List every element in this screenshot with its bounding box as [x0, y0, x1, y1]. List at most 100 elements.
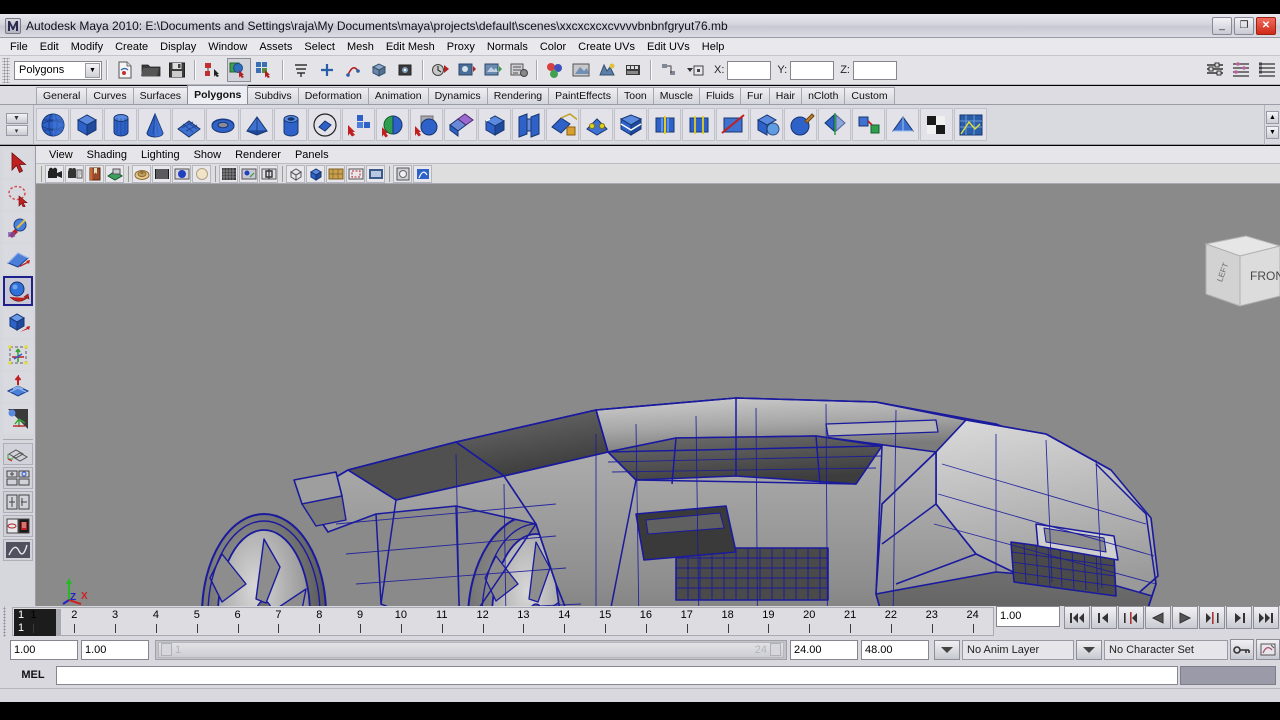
layout-four-view-icon[interactable] [3, 467, 33, 489]
chevron-down-icon[interactable]: ▼ [85, 63, 100, 78]
chevron-down-icon[interactable] [683, 58, 707, 82]
shelf-tab-ncloth[interactable]: nCloth [801, 87, 845, 104]
resolution-gate-icon[interactable] [366, 165, 385, 183]
shelf-tab-surfaces[interactable]: Surfaces [133, 87, 188, 104]
shelf-tab-rendering[interactable]: Rendering [487, 87, 549, 104]
shelf-options-menu[interactable]: ▼ ▾ [0, 105, 34, 145]
menu-edit-uvs[interactable]: Edit UVs [641, 39, 696, 55]
separate-icon[interactable] [376, 108, 409, 141]
time-slider-grip[interactable] [0, 606, 12, 637]
menu-create-uvs[interactable]: Create UVs [572, 39, 641, 55]
scale-tool-icon[interactable] [3, 308, 33, 338]
polygon-torus-icon[interactable] [206, 108, 239, 141]
sculpt-geometry-icon[interactable] [784, 108, 817, 141]
shelf-tab-deformation[interactable]: Deformation [298, 87, 369, 104]
shelf-tab-painteffects[interactable]: PaintEffects [548, 87, 618, 104]
select-tool-icon[interactable] [3, 148, 33, 178]
step-back-key-button[interactable] [1091, 606, 1117, 629]
panel-menu-renderer[interactable]: Renderer [228, 148, 288, 162]
layout-persp-outliner-icon[interactable] [3, 491, 33, 513]
menu-edit-mesh[interactable]: Edit Mesh [380, 39, 441, 55]
panel-menu-lighting[interactable]: Lighting [134, 148, 187, 162]
menu-edit[interactable]: Edit [34, 39, 65, 55]
exposure-icon[interactable] [393, 165, 412, 183]
layout-hypershade-persp-icon[interactable] [3, 515, 33, 537]
panel-menu-show[interactable]: Show [187, 148, 229, 162]
texture-display-icon[interactable] [192, 165, 211, 183]
shaded-display-icon[interactable] [152, 165, 171, 183]
bevel-icon[interactable] [478, 108, 511, 141]
film-gate-icon[interactable] [346, 165, 365, 183]
shelf-scroll-down-button[interactable]: ▼ [1266, 126, 1279, 139]
range-slider-inner[interactable]: 1 24 [158, 642, 784, 658]
gamma-icon[interactable] [413, 165, 432, 183]
open-tool-settings-icon[interactable] [1229, 58, 1253, 82]
shelf-tab-dynamics[interactable]: Dynamics [428, 87, 488, 104]
animation-preferences-icon[interactable] [1256, 639, 1280, 660]
two-sided-lighting-icon[interactable] [132, 165, 151, 183]
polygon-cone-icon[interactable] [138, 108, 171, 141]
cut-faces-icon[interactable] [716, 108, 749, 141]
polygon-pipe-icon[interactable] [274, 108, 307, 141]
menu-select[interactable]: Select [298, 39, 341, 55]
menu-display[interactable]: Display [154, 39, 202, 55]
step-forward-key-button[interactable] [1226, 606, 1252, 629]
menu-create[interactable]: Create [109, 39, 154, 55]
open-scene-icon[interactable] [139, 58, 163, 82]
current-frame-field[interactable]: 1.00 [996, 606, 1060, 627]
wireframe-on-shaded-icon[interactable] [172, 165, 191, 183]
panel-menu-shading[interactable]: Shading [80, 148, 134, 162]
shelf-tab-hair[interactable]: Hair [769, 87, 802, 104]
character-set-dropdown-button[interactable] [1076, 640, 1102, 660]
split-polygon-icon[interactable] [614, 108, 647, 141]
ipr-render-icon[interactable] [481, 58, 505, 82]
bridge-icon[interactable] [512, 108, 545, 141]
panel-menu-panels[interactable]: Panels [288, 148, 336, 162]
time-slider[interactable]: 1 1 123456789101112131415161718192021222… [12, 607, 994, 636]
lasso-select-tool-icon[interactable] [3, 180, 33, 210]
panel-menu-view[interactable]: View [42, 148, 80, 162]
hypershade-icon[interactable] [543, 58, 567, 82]
new-scene-icon[interactable] [113, 58, 137, 82]
reduce-icon[interactable] [852, 108, 885, 141]
booleans-union-icon[interactable] [410, 108, 443, 141]
shelf-tab-fluids[interactable]: Fluids [699, 87, 741, 104]
smooth-icon[interactable] [750, 108, 783, 141]
coord-x-field[interactable] [727, 61, 771, 80]
shelf-tab-muscle[interactable]: Muscle [653, 87, 700, 104]
combine-icon[interactable] [342, 108, 375, 141]
rotate-tool-icon[interactable] [3, 276, 33, 306]
universal-manipulator-icon[interactable] [3, 340, 33, 370]
image-plane-icon[interactable] [105, 165, 124, 183]
extrude-icon[interactable] [444, 108, 477, 141]
select-by-object-icon[interactable] [227, 58, 251, 82]
quadrangulate-icon[interactable] [920, 108, 953, 141]
coord-z-field[interactable] [853, 61, 897, 80]
status-line-grip[interactable] [2, 58, 10, 83]
shelf-tab-animation[interactable]: Animation [368, 87, 429, 104]
snap-to-curves-icon[interactable] [289, 58, 313, 82]
shelf-tab-fur[interactable]: Fur [740, 87, 770, 104]
go-to-end-button[interactable] [1253, 606, 1279, 629]
paint-select-tool-icon[interactable] [3, 212, 33, 242]
render-view-icon[interactable] [569, 58, 593, 82]
soft-modification-tool-icon[interactable] [3, 372, 33, 402]
play-backwards-button[interactable] [1145, 606, 1171, 629]
command-language-label[interactable]: MEL [10, 669, 56, 681]
snap-to-projected-center-icon[interactable] [393, 58, 417, 82]
move-tool-icon[interactable] [3, 244, 33, 274]
polygon-cylinder-icon[interactable] [104, 108, 137, 141]
merge-vertices-icon[interactable] [580, 108, 613, 141]
use-all-lights-icon[interactable] [219, 165, 238, 183]
shelf-tab-general[interactable]: General [36, 87, 87, 104]
shelf-tab-custom[interactable]: Custom [844, 87, 894, 104]
chevron-down-icon[interactable]: ▼ [6, 113, 28, 124]
auto-key-icon[interactable] [1230, 639, 1254, 660]
polygon-helix-icon[interactable] [308, 108, 341, 141]
construction-history-icon[interactable] [429, 58, 453, 82]
select-camera-icon[interactable] [45, 165, 64, 183]
xray-icon[interactable] [259, 165, 278, 183]
anim-layer-field[interactable]: No Anim Layer [962, 640, 1074, 660]
menu-color[interactable]: Color [534, 39, 572, 55]
render-settings-icon[interactable] [507, 58, 531, 82]
